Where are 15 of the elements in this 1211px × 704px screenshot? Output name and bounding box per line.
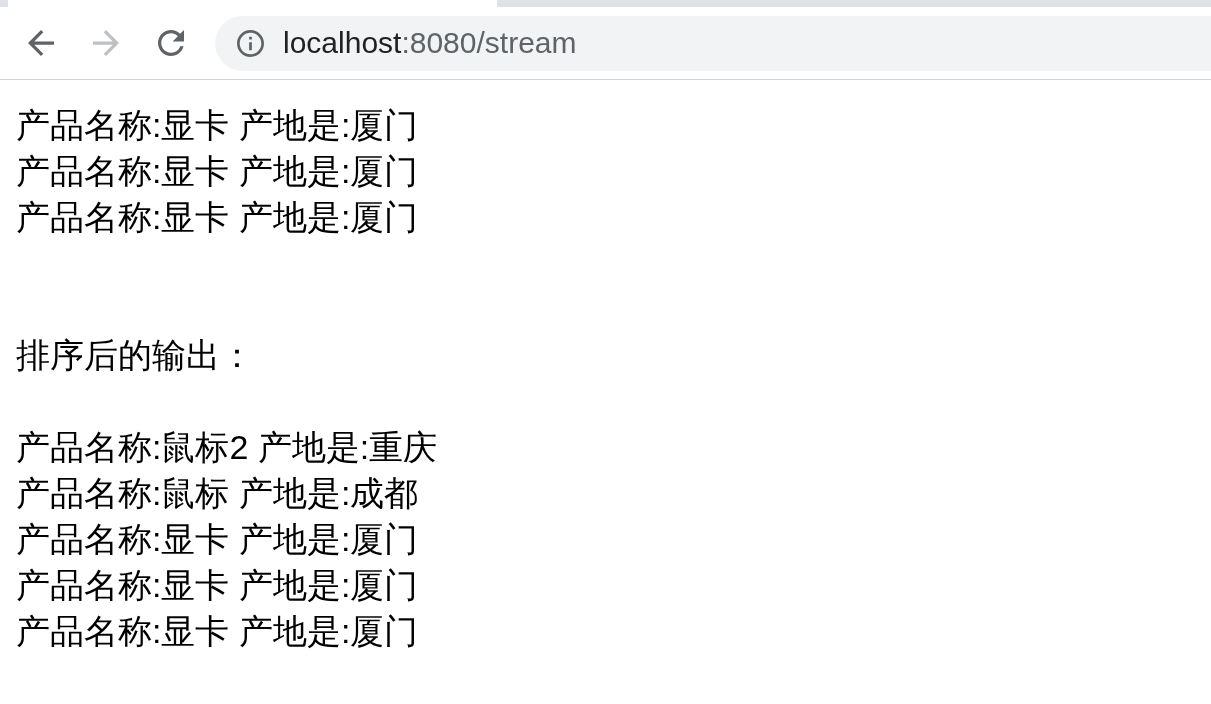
output-heading: 排序后的输出：	[16, 335, 254, 376]
output-line: 产品名称:显卡 产地是:厦门	[16, 565, 419, 606]
output-line: 产品名称:显卡 产地是:厦门	[16, 105, 419, 146]
forward-arrow-icon	[93, 30, 119, 56]
back-arrow-icon	[28, 30, 54, 56]
output-line: 产品名称:鼠标 产地是:成都	[16, 473, 419, 514]
url-text: localhost:8080/stream	[283, 25, 577, 61]
output-line: 产品名称:显卡 产地是:厦门	[16, 151, 419, 192]
address-field[interactable]: localhost:8080/stream	[215, 15, 1211, 71]
reload-icon	[158, 30, 184, 56]
output-line: 产品名称:显卡 产地是:厦门	[16, 611, 419, 652]
info-icon	[237, 29, 264, 57]
output-line: 产品名称:显卡 产地是:厦门	[16, 519, 419, 560]
output-line: 产品名称:显卡 产地是:厦门	[16, 197, 419, 238]
output-line: 产品名称:鼠标2 产地是:重庆	[16, 427, 438, 468]
